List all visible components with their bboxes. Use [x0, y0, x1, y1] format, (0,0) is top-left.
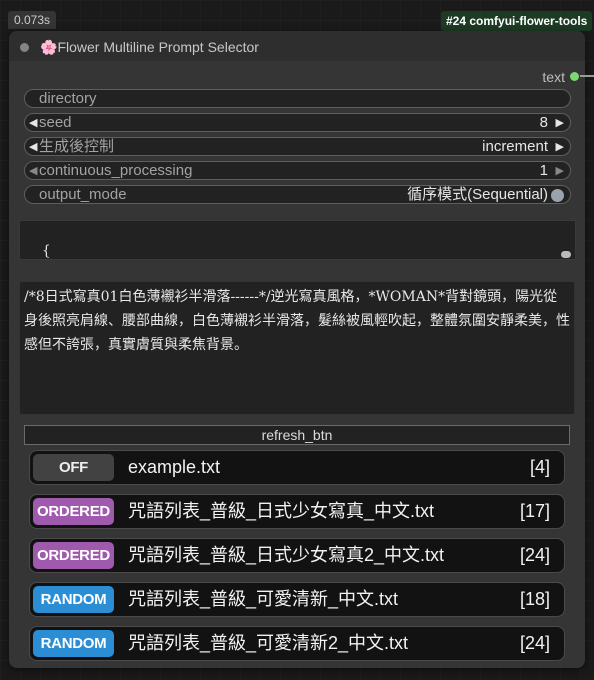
control-after-generate-label: 生成後控制 [39, 138, 115, 155]
prompt-count: [24] [519, 545, 550, 565]
control-after-generate-widget[interactable]: ◀ 生成後控制 increment ▶ [24, 137, 571, 156]
scroll-knob-icon[interactable] [561, 251, 571, 258]
output-mode-widget[interactable]: output_mode 循序模式(Sequential) [24, 185, 571, 204]
json-textarea[interactable]: { "example.txt": { ▲ [19, 220, 576, 260]
mode-toggle-button[interactable]: ORDERED [33, 542, 114, 569]
file-name: 咒語列表_普級_日式少女寫真2_中文.txt [128, 545, 445, 565]
continuous-processing-widget[interactable]: ◀ continuous_processing 1 ▶ [24, 161, 571, 180]
output-mode-label: output_mode [39, 186, 127, 203]
collapse-dot-icon[interactable] [20, 43, 29, 52]
continuous-processing-label: continuous_processing [39, 162, 193, 179]
decrement-arrow-icon[interactable]: ◀ [29, 138, 37, 156]
json-text: { "example.txt": { [41, 243, 51, 259]
scroll-control[interactable]: ▲ [560, 223, 572, 259]
prompt-count: [18] [519, 589, 550, 609]
output-link-wire [580, 75, 594, 77]
node-id-badge: #24 comfyui-flower-tools [441, 11, 593, 31]
file-name: 咒語列表_普級_可愛清新_中文.txt [128, 589, 399, 609]
output-mode-value: 循序模式(Sequential) [407, 186, 548, 203]
flower-icon: 🌸 [40, 39, 58, 55]
file-row[interactable]: ORDERED 咒語列表_普級_日式少女寫真2_中文.txt [24] [29, 538, 565, 573]
file-row[interactable]: RANDOM 咒語列表_普級_可愛清新2_中文.txt [24] [29, 626, 565, 661]
mode-toggle-button[interactable]: ORDERED [33, 498, 114, 525]
node-header[interactable]: 🌸Flower Multiline Prompt Selector [9, 31, 585, 61]
file-name: 咒語列表_普級_可愛清新2_中文.txt [128, 633, 409, 653]
directory-widget[interactable]: directory [24, 89, 571, 108]
continuous-processing-value: 1 [539, 162, 548, 179]
scroll-up-icon[interactable]: ▲ [575, 232, 576, 241]
prompt-textarea[interactable]: /*8日式寫真01白色薄襯衫半滑落------*/逆光寫真風格，*WOMAN*背… [19, 281, 575, 415]
mode-toggle-button[interactable]: OFF [33, 454, 114, 481]
file-name: example.txt [128, 457, 221, 477]
file-name: 咒語列表_普級_日式少女寫真_中文.txt [128, 501, 435, 521]
output-slot-dot[interactable] [570, 72, 579, 81]
decrement-arrow-icon[interactable]: ◀ [29, 114, 37, 132]
node-title-text: Flower Multiline Prompt Selector [57, 39, 259, 55]
control-after-generate-value: increment [482, 138, 548, 155]
prompt-count: [4] [529, 457, 550, 477]
prompt-text: /*8日式寫真01白色薄襯衫半滑落------*/逆光寫真風格，*WOMAN*背… [24, 289, 570, 353]
output-label: text [542, 69, 565, 85]
toggle-indicator-icon[interactable] [551, 189, 564, 202]
file-row[interactable]: OFF example.txt [4] [29, 450, 565, 485]
node-title: 🌸Flower Multiline Prompt Selector [40, 39, 259, 56]
execution-time: 0.073s [8, 11, 57, 29]
seed-widget[interactable]: ◀ seed 8 ▶ [24, 113, 571, 132]
seed-value: 8 [539, 114, 548, 131]
seed-label: seed [39, 114, 72, 131]
increment-arrow-icon[interactable]: ▶ [556, 114, 564, 132]
flower-prompt-selector-node[interactable]: 🌸Flower Multiline Prompt Selector text d… [9, 31, 585, 668]
refresh-button[interactable]: refresh_btn [24, 425, 570, 445]
file-row[interactable]: ORDERED 咒語列表_普級_日式少女寫真_中文.txt [17] [29, 494, 565, 529]
mode-toggle-button[interactable]: RANDOM [33, 586, 114, 613]
prompt-count: [24] [519, 633, 550, 653]
prompt-count: [17] [519, 501, 550, 521]
mode-toggle-button[interactable]: RANDOM [33, 630, 114, 657]
increment-arrow-icon[interactable]: ▶ [556, 138, 564, 156]
file-row[interactable]: RANDOM 咒語列表_普級_可愛清新_中文.txt [18] [29, 582, 565, 617]
decrement-arrow-icon[interactable]: ◀ [29, 162, 37, 180]
directory-label: directory [39, 90, 97, 107]
increment-arrow-icon[interactable]: ▶ [556, 162, 564, 180]
